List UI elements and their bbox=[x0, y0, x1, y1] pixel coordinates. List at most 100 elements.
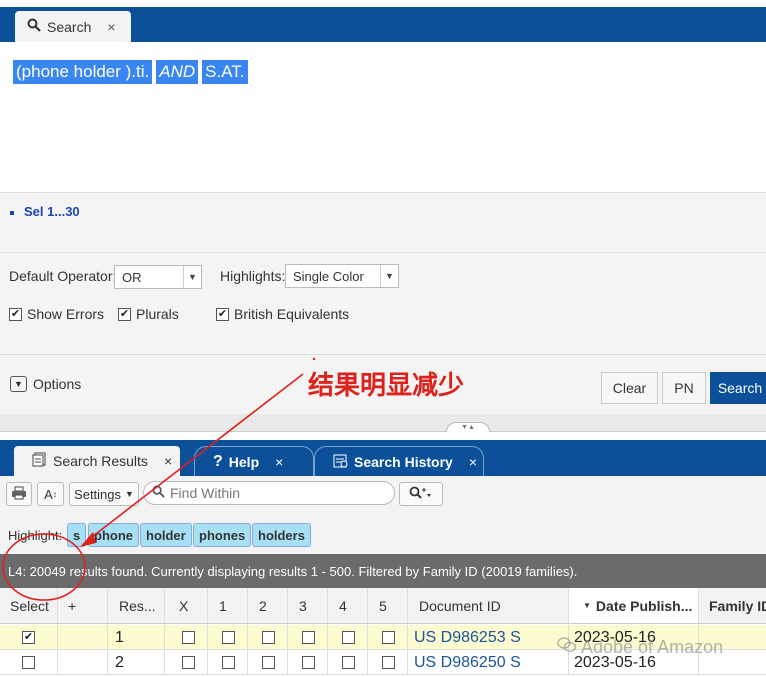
col-result[interactable]: Res... bbox=[108, 588, 165, 623]
search-options-button[interactable] bbox=[399, 482, 443, 506]
tab-search-results-label: Search Results bbox=[53, 453, 148, 469]
tab-search-history-label: Search History bbox=[354, 453, 453, 470]
highlight-term[interactable]: s bbox=[67, 523, 87, 547]
search-plus-icon bbox=[409, 486, 433, 503]
row-expand-cell[interactable] bbox=[58, 625, 108, 650]
highlights-value: Single Color bbox=[293, 268, 364, 284]
pn-button[interactable]: PN bbox=[662, 372, 706, 404]
query-text[interactable]: (phone holder ).ti. AND S.AT. bbox=[13, 60, 248, 84]
col-2[interactable]: 2 bbox=[248, 588, 288, 623]
highlights-label: Highlights: bbox=[220, 268, 286, 284]
close-icon[interactable]: × bbox=[469, 454, 477, 470]
results-icon bbox=[32, 452, 47, 470]
checkbox-icon[interactable] bbox=[262, 656, 275, 669]
results-grid-header: Select + Res... X 1 2 3 4 5 Document ID … bbox=[0, 588, 766, 624]
row-select-cell[interactable] bbox=[0, 650, 58, 675]
checkbox-icon[interactable] bbox=[342, 656, 355, 669]
checkbox-checked-icon: ✔ bbox=[9, 307, 22, 321]
row-expand-cell[interactable] bbox=[58, 650, 108, 675]
col-1[interactable]: 1 bbox=[208, 588, 248, 623]
col-5[interactable]: 5 bbox=[368, 588, 408, 623]
highlight-term[interactable]: phones bbox=[193, 523, 252, 547]
col-x[interactable]: X bbox=[165, 588, 208, 623]
row-col2-cell[interactable] bbox=[248, 650, 288, 675]
checkbox-checked-icon: ✔ bbox=[118, 307, 131, 321]
query-editor[interactable]: (phone holder ).ti. AND S.AT. bbox=[0, 42, 766, 192]
pane-splitter[interactable]: ▼▲ bbox=[0, 414, 766, 432]
row-x-cell[interactable] bbox=[165, 650, 208, 675]
row-col3-cell[interactable] bbox=[288, 650, 328, 675]
annotation-text: 结果明显减少 bbox=[308, 371, 465, 401]
checkbox-icon[interactable] bbox=[302, 656, 315, 669]
row-document-id-link[interactable]: US D986253 S bbox=[408, 625, 569, 650]
col-3[interactable]: 3 bbox=[288, 588, 328, 623]
british-checkbox[interactable]: ✔ British Equivalents bbox=[216, 306, 349, 322]
col-family-id[interactable]: Family ID bbox=[699, 588, 766, 623]
tab-help[interactable]: ? Help × bbox=[194, 446, 314, 476]
row-col5-cell[interactable] bbox=[368, 625, 408, 650]
row-col3-cell[interactable] bbox=[288, 625, 328, 650]
highlight-bar: Highlight: s phone holder phones holders bbox=[0, 514, 766, 554]
query-operator: AND bbox=[156, 60, 199, 84]
row-col4-cell[interactable] bbox=[328, 625, 368, 650]
plurals-label: Plurals bbox=[136, 306, 179, 322]
checkbox-icon[interactable] bbox=[182, 656, 195, 669]
col-document-id[interactable]: Document ID bbox=[408, 588, 569, 623]
checkbox-icon[interactable] bbox=[222, 631, 235, 644]
tab-search-results[interactable]: Search Results × bbox=[14, 446, 180, 476]
checkbox-icon[interactable] bbox=[262, 631, 275, 644]
highlight-term[interactable]: holders bbox=[252, 523, 311, 547]
checkbox-icon[interactable] bbox=[302, 631, 315, 644]
bullet-icon bbox=[10, 210, 14, 215]
font-size-icon: A bbox=[44, 486, 53, 502]
checkbox-icon[interactable] bbox=[382, 631, 395, 644]
row-col5-cell[interactable] bbox=[368, 650, 408, 675]
tab-search-history[interactable]: Search History × bbox=[314, 446, 484, 476]
chevron-down-icon: ▼ bbox=[10, 376, 27, 392]
results-tab-bar: Search Results × ? Help × Search History… bbox=[0, 432, 766, 476]
font-size-button[interactable]: A ↕ bbox=[37, 482, 64, 506]
tab-search[interactable]: Search × bbox=[15, 11, 131, 42]
row-document-id-link[interactable]: US D986250 S bbox=[408, 650, 569, 675]
splitter-grip-icon[interactable]: ▼▲ bbox=[446, 422, 490, 432]
close-icon[interactable]: × bbox=[275, 454, 283, 470]
row-select-cell[interactable]: ✔ bbox=[0, 625, 58, 650]
col-date-published[interactable]: ▼ Date Publish... bbox=[569, 588, 699, 623]
row-col1-cell[interactable] bbox=[208, 650, 248, 675]
find-within-input[interactable]: Find Within bbox=[143, 481, 395, 505]
close-icon[interactable]: × bbox=[107, 19, 115, 35]
selection-panel: Sel 1...30 bbox=[0, 192, 766, 252]
checkbox-icon[interactable] bbox=[342, 631, 355, 644]
query-term-1: (phone holder ).ti. bbox=[13, 60, 153, 84]
chevron-down-icon: ▼ bbox=[183, 266, 201, 288]
clear-button[interactable]: Clear bbox=[601, 372, 658, 404]
row-col2-cell[interactable] bbox=[248, 625, 288, 650]
row-col1-cell[interactable] bbox=[208, 625, 248, 650]
print-button[interactable] bbox=[6, 482, 32, 506]
search-options: Default Operator: OR ▼ Highlights: Singl… bbox=[0, 252, 766, 354]
british-label: British Equivalents bbox=[234, 306, 350, 322]
checkbox-icon[interactable] bbox=[222, 656, 235, 669]
settings-dropdown[interactable]: Settings ▼ bbox=[69, 482, 139, 506]
results-status: L4: 20049 results found. Currently displ… bbox=[0, 554, 766, 588]
checkbox-icon[interactable] bbox=[382, 656, 395, 669]
close-icon[interactable]: × bbox=[164, 453, 172, 469]
col-select[interactable]: Select bbox=[0, 588, 58, 623]
highlight-term[interactable]: phone bbox=[88, 523, 139, 547]
history-icon bbox=[333, 453, 348, 471]
default-operator-select[interactable]: OR ▼ bbox=[114, 265, 202, 289]
col-4[interactable]: 4 bbox=[328, 588, 368, 623]
col-plus[interactable]: + bbox=[58, 588, 108, 623]
search-button[interactable]: Search bbox=[710, 372, 766, 404]
row-col4-cell[interactable] bbox=[328, 650, 368, 675]
highlights-select[interactable]: Single Color ▼ bbox=[285, 264, 399, 288]
selection-link[interactable]: Sel 1...30 bbox=[10, 204, 80, 219]
checkbox-icon[interactable] bbox=[182, 631, 195, 644]
checkbox-icon[interactable] bbox=[22, 656, 35, 669]
plurals-checkbox[interactable]: ✔ Plurals bbox=[118, 306, 179, 322]
highlight-term[interactable]: holder bbox=[140, 523, 192, 547]
row-x-cell[interactable] bbox=[165, 625, 208, 650]
show-errors-checkbox[interactable]: ✔ Show Errors bbox=[9, 306, 104, 322]
checkbox-checked-icon[interactable]: ✔ bbox=[22, 631, 35, 644]
options-toggle[interactable]: ▼ Options bbox=[10, 376, 81, 392]
